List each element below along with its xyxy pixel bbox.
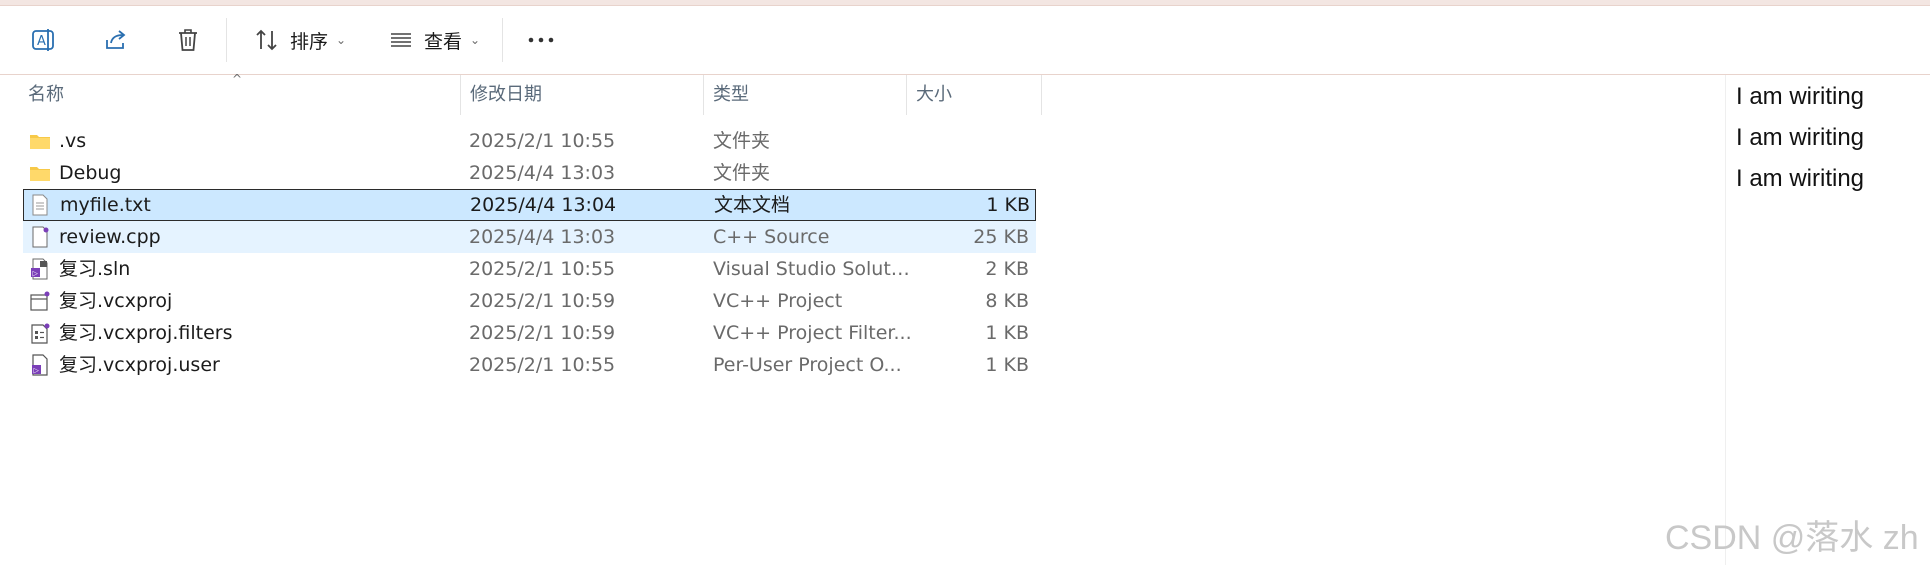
file-size: 25 KB [973,226,1029,248]
file-row-hover[interactable]: review.cpp 2025/4/4 13:03 C++ Source 25 … [23,221,1036,253]
file-type: VC++ Project [713,290,843,312]
user-file-icon: ▷ [32,354,48,376]
file-name: 复习.sln [59,258,131,280]
file-size: 2 KB [985,258,1029,280]
view-list-icon [390,33,411,47]
column-divider[interactable] [906,75,907,115]
file-size: 1 KB [985,322,1029,344]
file-type: Visual Studio Soluti... [713,258,913,280]
file-type: Per-User Project O... [713,354,902,376]
preview-pane: I am wiriting I am wiriting I am wiritin… [1725,75,1930,565]
cpp-file-icon [32,226,49,248]
file-size: 8 KB [985,290,1029,312]
file-type: 文件夹 [713,130,771,152]
folder-icon [30,135,50,149]
file-type: 文件夹 [713,162,771,184]
file-date: 2025/2/1 10:55 [469,258,616,280]
column-size[interactable]: 大小 [916,75,952,115]
svg-text:▷: ▷ [33,270,39,278]
file-row[interactable]: ▷ 复习.vcxproj.user 2025/2/1 10:55 Per-Use… [23,349,1036,381]
share-icon [106,30,126,49]
file-date: 2025/2/1 10:55 [469,130,616,152]
file-name: Debug [59,162,122,184]
file-size [913,125,1029,157]
file-date: 2025/4/4 13:03 [469,162,616,184]
text-file-icon [32,194,48,216]
file-name: 复习.vcxproj [59,290,173,312]
file-row[interactable]: Debug 2025/4/4 13:03 文件夹 [23,157,1036,189]
rename-icon: A [32,29,54,51]
column-date[interactable]: 修改日期 [470,75,542,115]
preview-text-line: I am wiriting [1736,124,1865,151]
toolbar-separator [226,18,227,62]
file-size: 1 KB [986,194,1030,216]
file-row[interactable]: ▷ 复习.sln 2025/2/1 10:55 Visual Studio So… [23,253,1036,285]
column-divider[interactable] [1041,75,1042,115]
solution-file-icon: ▷ [31,258,48,280]
trash-icon [179,29,197,51]
column-name[interactable]: 名称 [28,75,64,115]
file-row-selected[interactable]: myfile.txt 2025/4/4 13:04 文本文档 1 KB [23,189,1036,221]
toolbar-separator [502,18,503,62]
more-options-button[interactable] [522,20,560,60]
watermark: CSDN @落水 zh [1665,519,1919,557]
view-button[interactable]: 查看 ⌄ [384,20,484,60]
file-date: 2025/4/4 13:04 [470,194,617,216]
column-header: 名称 修改日期 类型 大小 [0,75,1042,115]
file-date: 2025/2/1 10:55 [469,354,616,376]
preview-text-line: I am wiriting [1736,165,1865,192]
column-divider[interactable] [460,75,461,115]
file-date: 2025/2/1 10:59 [469,322,616,344]
file-size: 1 KB [985,354,1029,376]
chevron-down-icon: ⌄ [469,33,481,47]
file-type: C++ Source [713,226,830,248]
file-type: 文本文档 [714,194,791,216]
chevron-down-icon: ⌄ [335,33,347,47]
file-type: VC++ Project Filter... [713,322,912,344]
file-name: review.cpp [59,226,161,248]
file-name: .vs [59,130,87,152]
file-name: 复习.vcxproj.user [59,354,220,376]
view-label: 查看 [423,30,462,53]
share-button[interactable] [98,20,134,60]
folder-icon [30,167,50,181]
svg-text:▷: ▷ [34,367,40,375]
sort-icon [256,29,277,51]
sort-button[interactable]: 排序 ⌄ [250,20,350,60]
file-row[interactable]: 复习.vcxproj 2025/2/1 10:59 VC++ Project 8… [23,285,1036,317]
command-bar: A 排序 ⌄ 查看 ⌄ [0,6,1930,75]
more-icon [528,37,554,43]
svg-text:A: A [37,34,46,49]
sort-label: 排序 [289,30,328,53]
file-row[interactable]: 复习.vcxproj.filters 2025/2/1 10:59 VC++ P… [23,317,1036,349]
file-name: 复习.vcxproj.filters [59,322,233,344]
file-row[interactable]: .vs 2025/2/1 10:55 文件夹 [23,125,1036,157]
column-type[interactable]: 类型 [713,75,749,115]
file-date: 2025/2/1 10:59 [469,290,616,312]
rename-button[interactable]: A [26,20,62,60]
file-size [913,157,1029,189]
project-file-icon [30,291,50,311]
filters-file-icon [31,323,50,344]
file-name: myfile.txt [60,194,151,216]
delete-button[interactable] [170,20,206,60]
preview-text-line: I am wiriting [1736,83,1865,110]
file-date: 2025/4/4 13:03 [469,226,616,248]
column-divider[interactable] [703,75,704,115]
